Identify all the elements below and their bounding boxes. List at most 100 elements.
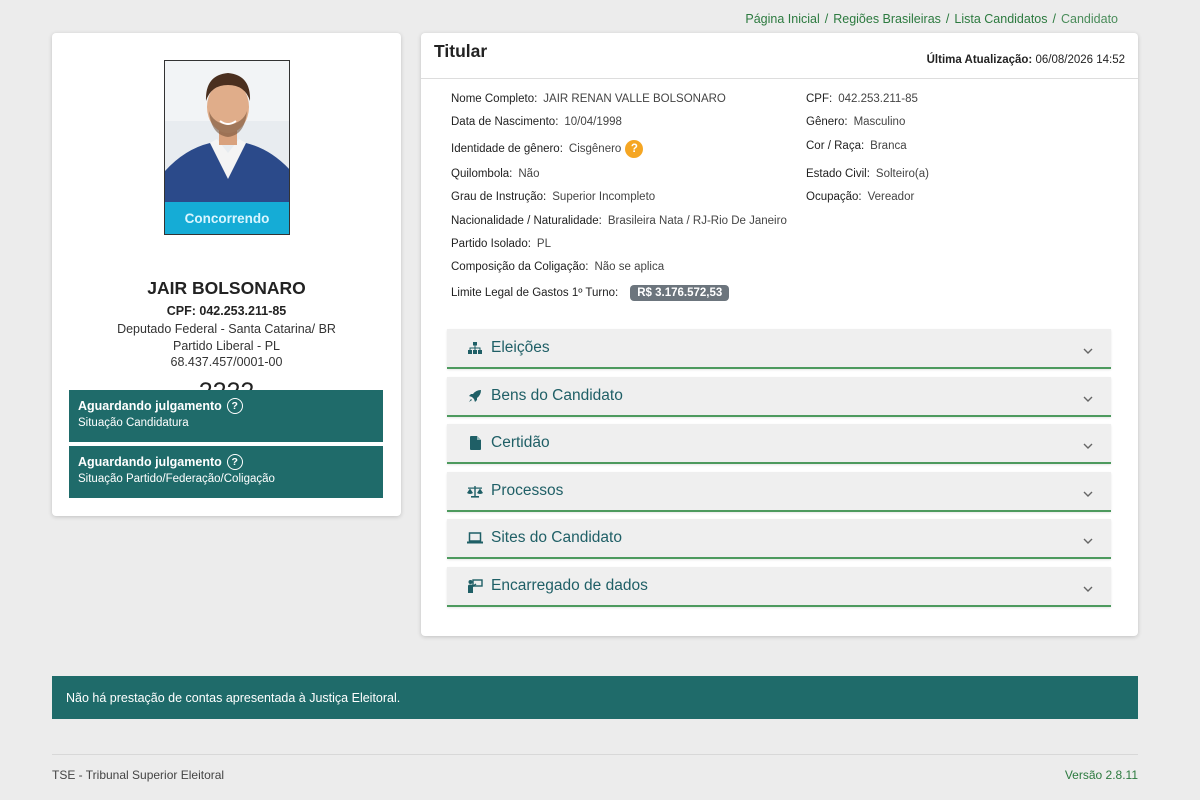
- footer-org: TSE - Tribunal Superior Eleitoral: [52, 768, 225, 782]
- candidate-office: Deputado Federal - Santa Catarina/ BR: [117, 322, 336, 336]
- field-label: Estado Civil:: [806, 168, 870, 180]
- accordion-label: Bens do Candidato: [491, 387, 623, 404]
- chevron-down-icon: [1083, 342, 1093, 360]
- field-value: 042.253.211-85: [838, 93, 918, 105]
- field-value: Não se aplica: [594, 261, 665, 273]
- field-estado-civil: Estado Civil: Solteiro(a): [806, 168, 929, 180]
- details-card: Titular Última Atualização: 06/08/2026 1…: [421, 33, 1138, 636]
- sitemap-icon: [467, 340, 483, 356]
- candidate-photo: Concorrendo: [164, 60, 290, 235]
- field-value: Brasileira Nata / RJ-Rio De Janeiro: [607, 215, 787, 227]
- field-value: Cisgênero: [568, 143, 622, 156]
- accordion-label: Eleições: [491, 339, 550, 356]
- details-header: Titular Última Atualização: 06/08/2026 1…: [421, 33, 1138, 79]
- field-label: Data de Nascimento:: [451, 116, 559, 128]
- field-composicao: Composição da Coligação: Não se aplica: [451, 261, 664, 273]
- accordion-bens[interactable]: Bens do Candidato: [447, 377, 1111, 417]
- field-limite-gastos: Limite Legal de Gastos 1º Turno: R$ 3.176…: [451, 285, 730, 301]
- field-label: Nacionalidade / Naturalidade:: [451, 215, 602, 227]
- accordion-processos[interactable]: Processos: [447, 472, 1111, 512]
- field-value: Solteiro(a): [875, 168, 929, 180]
- breadcrumb-separator: /: [945, 12, 950, 26]
- breadcrumb-separator: /: [1052, 12, 1056, 26]
- breadcrumb-current: Candidato: [1061, 12, 1118, 26]
- field-label: Nome Completo:: [451, 93, 538, 105]
- field-label: CPF:: [806, 93, 833, 105]
- accordion-encarregado[interactable]: Encarregado de dados: [447, 567, 1111, 607]
- accordion-label: Processos: [491, 482, 564, 499]
- field-nome: Nome Completo: JAIR RENAN VALLE BOLSONARO: [451, 93, 726, 105]
- footer-version[interactable]: Versão 2.8.11: [1065, 768, 1138, 782]
- accordion-certidao[interactable]: Certidão: [447, 424, 1111, 464]
- field-value: Superior Incompleto: [552, 191, 656, 203]
- status-badge: Concorrendo: [165, 202, 289, 234]
- chevron-down-icon: [1083, 485, 1093, 503]
- accordion-label: Certidão: [491, 434, 550, 451]
- field-label: Cor / Raça:: [806, 140, 865, 152]
- field-genero: Gênero: Masculino: [806, 116, 905, 128]
- accordion-sites[interactable]: Sites do Candidato: [447, 519, 1111, 559]
- field-label: Composição da Coligação:: [451, 261, 589, 273]
- last-update: Última Atualização: 06/08/2026 14:52: [927, 54, 1125, 66]
- field-label: Identidade de gênero:: [451, 143, 563, 156]
- chevron-down-icon: [1083, 532, 1093, 550]
- balance-scale-icon: [467, 483, 483, 499]
- field-grau-instrucao: Grau de Instrução: Superior Incompleto: [451, 191, 655, 203]
- candidate-card: Concorrendo JAIR BOLSONARO CPF: 042.253.…: [52, 33, 401, 516]
- status-subtitle: Situação Candidatura: [78, 417, 189, 429]
- field-nascimento: Data de Nascimento: 10/04/1998: [451, 116, 622, 128]
- candidate-name: JAIR BOLSONARO: [147, 278, 306, 298]
- footer-divider: [52, 754, 1138, 755]
- person-board-icon: [467, 578, 483, 594]
- field-cor-raca: Cor / Raça: Branca: [806, 140, 907, 152]
- details-title: Titular: [434, 41, 488, 61]
- candidate-cpf: CPF: 042.253.211-85: [166, 304, 287, 318]
- field-value: JAIR RENAN VALLE BOLSONARO: [543, 93, 726, 105]
- field-partido-isolado: Partido Isolado: PL: [451, 238, 551, 250]
- field-value: Masculino: [853, 116, 906, 128]
- last-update-value: 06/08/2026 14:52: [1035, 54, 1125, 66]
- last-update-label: Última Atualização:: [926, 54, 1033, 66]
- accordion-eleicoes[interactable]: Eleições: [447, 329, 1111, 369]
- field-value: Vereador: [867, 191, 915, 203]
- status-title: Aguardando julgamento: [78, 455, 222, 469]
- field-identidade: Identidade de gênero: Cisgênero?: [451, 140, 644, 158]
- chevron-down-icon: [1083, 390, 1093, 408]
- accordion-label: Sites do Candidato: [491, 529, 622, 546]
- field-nacionalidade: Nacionalidade / Naturalidade: Brasileira …: [451, 215, 787, 227]
- spending-limit-badge: R$ 3.176.572,53: [630, 285, 730, 301]
- help-icon[interactable]: ?: [226, 398, 243, 414]
- field-ocupacao: Ocupação: Vereador: [806, 191, 914, 203]
- field-label: Partido Isolado:: [451, 238, 531, 250]
- field-value: Não: [518, 168, 540, 180]
- chevron-down-icon: [1083, 437, 1093, 455]
- field-label: Ocupação:: [806, 191, 862, 203]
- candidate-cnpj: 68.437.457/0001-00: [170, 355, 283, 369]
- status-partido: Aguardando julgamento? Situação Partido/…: [69, 446, 383, 498]
- file-icon: [467, 435, 483, 451]
- breadcrumb: Página Inicial / Regiões Brasileiras / Lista…: [745, 12, 1118, 26]
- field-cpf: CPF: 042.253.211-85: [806, 93, 918, 105]
- status-title: Aguardando julgamento: [78, 399, 222, 413]
- help-icon[interactable]: ?: [226, 454, 243, 470]
- help-icon[interactable]: ?: [625, 140, 644, 158]
- breadcrumb-candidate-list[interactable]: Lista Candidatos: [954, 12, 1047, 26]
- breadcrumb-separator: /: [824, 12, 829, 26]
- rocket-icon: [467, 388, 483, 404]
- breadcrumb-home[interactable]: Página Inicial: [745, 12, 819, 26]
- status-subtitle: Situação Partido/Federação/Coligação: [78, 473, 275, 485]
- field-quilombola: Quilombola: Não: [451, 168, 539, 180]
- field-value: PL: [536, 238, 551, 250]
- candidate-party: Partido Liberal - PL: [172, 339, 280, 353]
- breadcrumb-regions[interactable]: Regiões Brasileiras: [833, 12, 941, 26]
- field-label: Limite Legal de Gastos 1º Turno:: [451, 287, 619, 299]
- chevron-down-icon: [1083, 580, 1093, 598]
- field-label: Grau de Instrução:: [451, 191, 547, 203]
- field-label: Quilombola:: [451, 168, 513, 180]
- status-candidatura: Aguardando julgamento? Situação Candidat…: [69, 390, 383, 442]
- field-label: Gênero:: [806, 116, 848, 128]
- accounts-notice: Não há prestação de contas apresentada à…: [52, 676, 1138, 719]
- laptop-icon: [467, 530, 483, 546]
- accordion-label: Encarregado de dados: [491, 577, 648, 594]
- field-value: 10/04/1998: [564, 116, 622, 128]
